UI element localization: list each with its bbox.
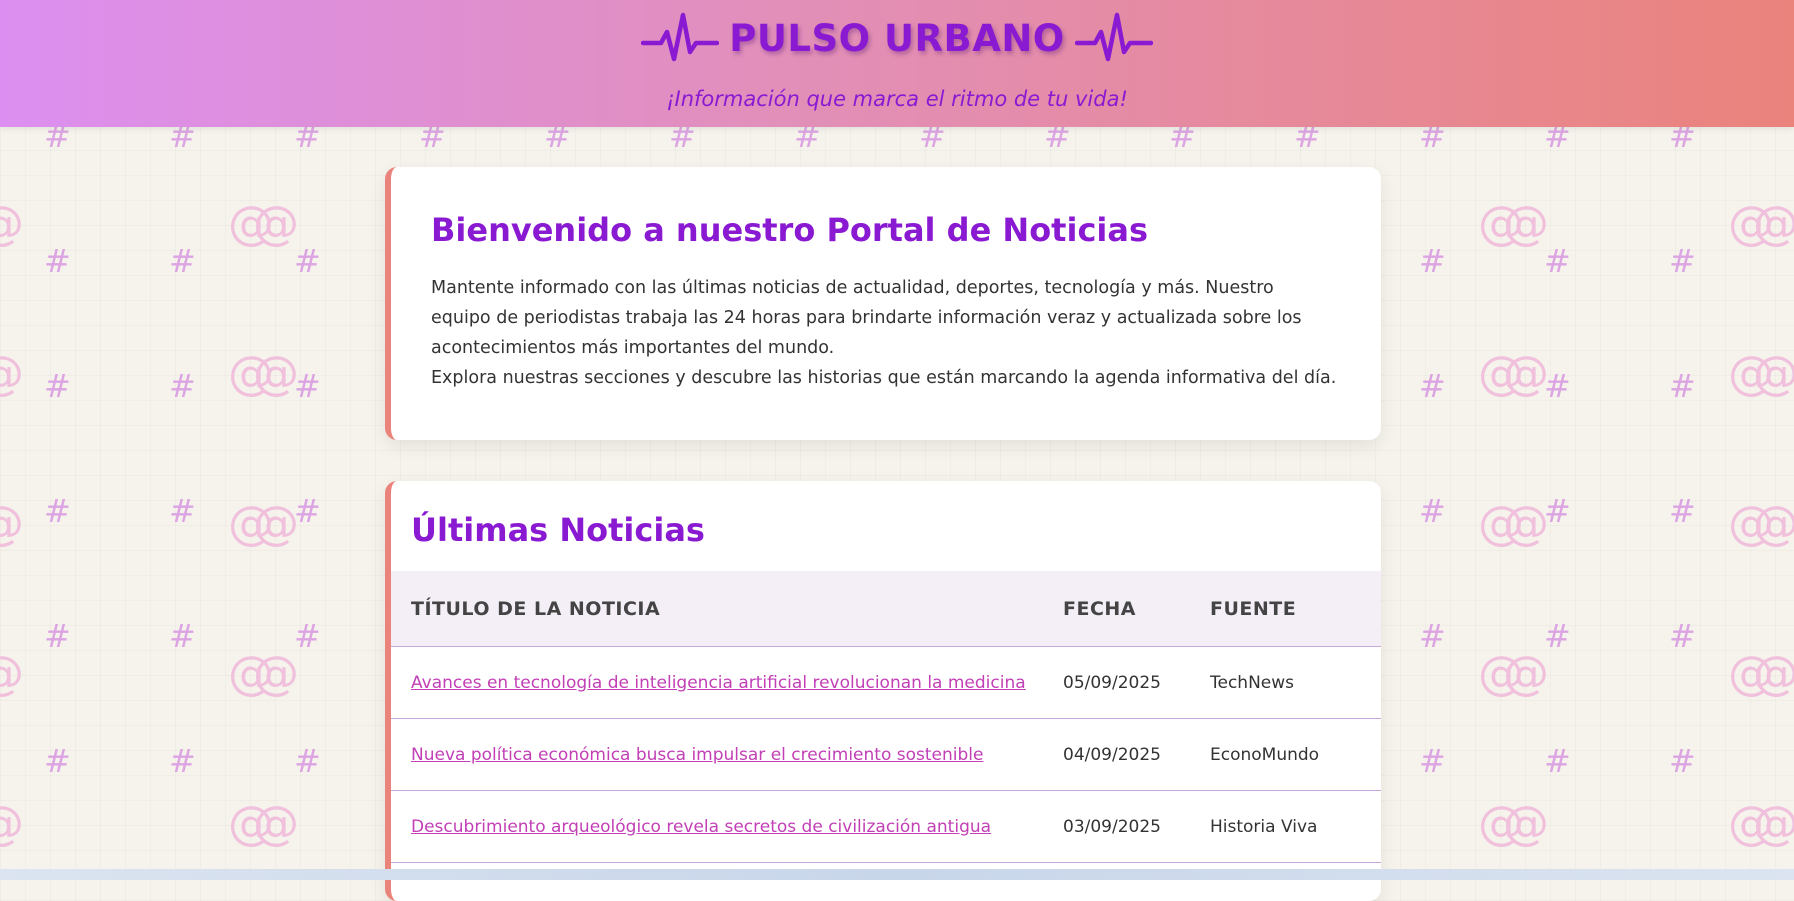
table-row: Nueva política económica busca impulsar …	[391, 718, 1381, 791]
news-title-cell: Nueva política económica busca impulsar …	[391, 718, 1062, 791]
hash-symbol: #	[169, 242, 196, 280]
hash-symbol: #	[169, 492, 196, 530]
hash-symbol: #	[294, 242, 321, 280]
at-symbol: @	[228, 796, 274, 850]
column-header-title: TÍTULO DE LA NOTICIA	[391, 571, 1062, 647]
table-header-row: TÍTULO DE LA NOTICIA FECHA FUENTE	[391, 571, 1381, 647]
hash-symbol: #	[1544, 742, 1571, 780]
at-symbol: @	[228, 646, 274, 700]
hash-symbol: #	[1544, 492, 1571, 530]
news-date: 03/09/2025	[1062, 790, 1209, 863]
bottom-bar	[0, 869, 1794, 880]
hash-symbol: #	[1669, 492, 1696, 530]
news-title-link[interactable]: Descubrimiento arqueológico revela secre…	[411, 817, 991, 837]
hash-symbol: #	[44, 367, 71, 405]
welcome-paragraph: Mantente informado con las últimas notic…	[431, 278, 1302, 358]
at-symbol: @	[0, 200, 24, 246]
hash-symbol: #	[1544, 367, 1571, 405]
at-symbol: @	[1478, 796, 1524, 850]
column-header-source: FUENTE	[1209, 571, 1381, 647]
news-source: EconoMundo	[1209, 718, 1381, 791]
news-date: 05/09/2025	[1062, 646, 1209, 719]
heartbeat-icon	[641, 12, 720, 64]
news-title-link[interactable]: Nueva política económica busca impulsar …	[411, 745, 983, 765]
at-symbol: @	[1478, 196, 1524, 250]
hash-symbol: #	[1419, 617, 1446, 655]
hash-symbol: #	[1544, 617, 1571, 655]
hash-symbol: #	[1419, 367, 1446, 405]
site-tagline: ¡Información que marca el ritmo de tu vi…	[666, 87, 1128, 111]
table-row: Avances en tecnología de inteligencia ar…	[391, 646, 1381, 719]
hash-symbol: #	[294, 617, 321, 655]
news-table: TÍTULO DE LA NOTICIA FECHA FUENTE Avance…	[391, 571, 1381, 863]
hash-symbol: #	[1669, 742, 1696, 780]
at-symbol: @	[228, 346, 274, 400]
news-date: 04/09/2025	[1062, 718, 1209, 791]
hash-symbol: #	[1669, 617, 1696, 655]
welcome-paragraph: Explora nuestras secciones y descubre la…	[431, 368, 1337, 388]
hash-symbol: #	[1419, 492, 1446, 530]
column-header-date: FECHA	[1062, 571, 1209, 647]
brand: PULSO URBANO	[0, 12, 1794, 64]
news-title-link[interactable]: Avances en tecnología de inteligencia ar…	[411, 673, 1026, 693]
at-symbol: @	[1728, 496, 1774, 550]
news-title-cell: Avances en tecnología de inteligencia ar…	[391, 646, 1062, 719]
heartbeat-icon	[1074, 12, 1153, 64]
hash-symbol: #	[169, 617, 196, 655]
hash-symbol: #	[1419, 742, 1446, 780]
at-symbol: @	[0, 800, 24, 846]
news-source: TechNews	[1209, 646, 1381, 719]
news-title-cell: Descubrimiento arqueológico revela secre…	[391, 790, 1062, 863]
at-symbol: @	[0, 350, 24, 396]
hash-symbol: #	[1669, 367, 1696, 405]
at-symbol: @	[228, 496, 274, 550]
hash-symbol: #	[44, 242, 71, 280]
site-title: PULSO URBANO	[729, 16, 1065, 60]
hash-symbol: #	[1669, 242, 1696, 280]
hash-symbol: #	[44, 617, 71, 655]
hash-symbol: #	[1419, 242, 1446, 280]
at-symbol: @	[1728, 346, 1774, 400]
at-symbol: @	[1478, 496, 1524, 550]
news-card: Últimas Noticias TÍTULO DE LA NOTICIA FE…	[385, 481, 1381, 901]
hash-symbol: #	[294, 742, 321, 780]
at-symbol: @	[1728, 646, 1774, 700]
at-symbol: @	[1478, 346, 1524, 400]
table-row: Descubrimiento arqueológico revela secre…	[391, 790, 1381, 863]
at-symbol: @	[0, 650, 24, 696]
hash-symbol: #	[294, 367, 321, 405]
at-symbol: @	[0, 500, 24, 546]
hash-symbol: #	[44, 742, 71, 780]
welcome-card: Bienvenido a nuestro Portal de Noticias …	[385, 167, 1381, 440]
at-symbol: @	[1728, 196, 1774, 250]
at-symbol: @	[228, 196, 274, 250]
at-symbol: @	[1728, 796, 1774, 850]
hash-symbol: #	[294, 492, 321, 530]
hash-symbol: #	[1544, 242, 1571, 280]
site-header: PULSO URBANO ¡Información que marca el r…	[0, 0, 1794, 127]
hash-symbol: #	[169, 367, 196, 405]
hash-symbol: #	[169, 742, 196, 780]
hash-symbol: #	[44, 492, 71, 530]
news-source: Historia Viva	[1209, 790, 1381, 863]
news-heading: Últimas Noticias	[411, 511, 705, 549]
welcome-heading: Bienvenido a nuestro Portal de Noticias	[431, 211, 1149, 249]
at-symbol: @	[1478, 646, 1524, 700]
